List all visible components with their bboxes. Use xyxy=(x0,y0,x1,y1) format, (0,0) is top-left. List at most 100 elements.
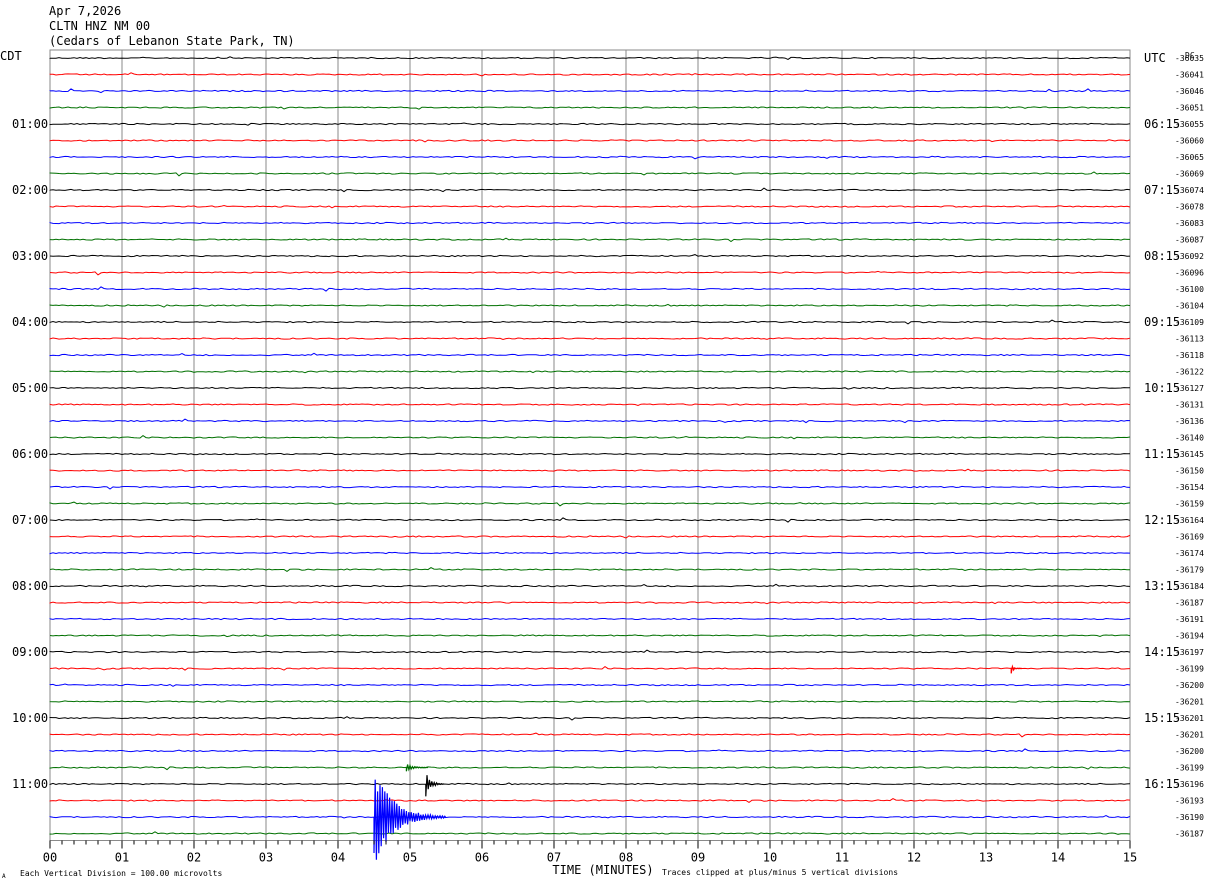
dc-offset-label: -36113 xyxy=(1175,335,1204,344)
dc-offset-label: -36184 xyxy=(1175,582,1204,591)
x-tick-label: 02 xyxy=(187,851,201,865)
minute-grid xyxy=(49,49,1131,841)
dc-offset-label: -36051 xyxy=(1175,104,1204,113)
x-tick-label: 03 xyxy=(259,851,273,865)
seismic-trace xyxy=(49,106,1131,110)
header-location: (Cedars of Lebanon State Park, TN) xyxy=(49,34,295,48)
seismic-trace xyxy=(49,418,1131,424)
right-time-label: UTC xyxy=(1144,51,1166,65)
plot-frame xyxy=(49,49,1131,841)
clip-note: Traces clipped at plus/minus 5 vertical … xyxy=(662,868,898,877)
dc-offset-label: -36118 xyxy=(1175,351,1204,360)
dc-offset-label: -36041 xyxy=(1175,71,1204,80)
dc-offset-label: -36083 xyxy=(1175,219,1204,228)
seismic-trace xyxy=(49,286,1131,292)
dc-offset-label: -36159 xyxy=(1175,500,1204,509)
x-tick-label: 12 xyxy=(907,851,921,865)
dc-offset-label: -36191 xyxy=(1175,615,1204,624)
seismic-trace xyxy=(49,782,1131,786)
seismic-trace xyxy=(49,56,1131,60)
left-time-label: 03:00 xyxy=(12,249,48,263)
dc-offset-label: -36201 xyxy=(1175,698,1204,707)
seismic-trace xyxy=(49,700,1131,703)
dc-offset-label: -36145 xyxy=(1175,450,1204,459)
seismic-trace xyxy=(49,237,1130,243)
seismic-trace xyxy=(49,88,1131,94)
seismic-trace xyxy=(49,567,1131,573)
dc-offset-label: -36055 xyxy=(1175,120,1204,129)
seismic-trace xyxy=(49,649,1131,654)
seismic-trace xyxy=(49,683,1131,687)
seismic-trace xyxy=(49,122,1131,126)
dc-offset-label: -36179 xyxy=(1175,566,1204,575)
left-time-label: 05:00 xyxy=(12,381,48,395)
seismic-trace xyxy=(49,634,1131,638)
header-date: Apr 7,2026 xyxy=(49,4,121,18)
dc-offset-label: -36201 xyxy=(1175,714,1204,723)
seismic-trace xyxy=(49,386,1131,390)
dc-offset-label: -36199 xyxy=(1175,764,1204,773)
dc-offset-label: -36150 xyxy=(1175,467,1204,476)
x-axis-title: TIME (MINUTES) xyxy=(552,863,653,877)
seismic-trace xyxy=(49,434,1131,440)
left-time-label: 01:00 xyxy=(12,117,48,131)
dc-offset-label: -36164 xyxy=(1175,516,1204,525)
seismic-trace xyxy=(49,370,1131,374)
seismic-trace xyxy=(49,551,1131,555)
dc-offset-label: -36201 xyxy=(1175,731,1204,740)
left-time-label: 07:00 xyxy=(12,513,48,527)
seismic-trace xyxy=(49,204,1131,209)
seismic-trace xyxy=(49,815,1131,819)
dc-offset-label: -36131 xyxy=(1175,401,1204,410)
x-tick-label: 11 xyxy=(835,851,849,865)
x-axis: 00 01 02 03 04 05 06 07 08 09 10 11 12 13 14 15 xyxy=(43,840,1137,865)
dc-offset-label: -36174 xyxy=(1175,549,1204,558)
dc-offset-label: -36187 xyxy=(1175,830,1204,839)
seismic-trace xyxy=(49,468,1131,472)
left-time-label: 08:00 xyxy=(12,579,48,593)
seismic-trace xyxy=(49,534,1131,539)
dc-offset-label: -36122 xyxy=(1175,368,1204,377)
dc-offset-label: -36187 xyxy=(1175,599,1204,608)
dc-offset-label: -36060 xyxy=(1175,137,1204,146)
x-tick-label: 04 xyxy=(331,851,345,865)
seismic-trace xyxy=(49,337,1131,341)
left-time-label: 04:00 xyxy=(12,315,48,329)
x-tick-label: 13 xyxy=(979,851,993,865)
seismic-trace xyxy=(49,665,1131,671)
dc-offset-label: -36197 xyxy=(1175,648,1204,657)
x-tick-label: 09 xyxy=(691,851,705,865)
seismic-trace xyxy=(49,155,1131,160)
scale-note: Each Vertical Division = 100.00 microvol… xyxy=(20,869,222,878)
seismic-trace xyxy=(49,72,1131,77)
x-tick-label: 00 xyxy=(43,851,57,865)
header-station: CLTN HNZ NM 00 xyxy=(49,19,150,33)
corner-mark: A xyxy=(2,873,6,880)
x-tick-label: 06 xyxy=(475,851,489,865)
seismic-trace xyxy=(49,139,1131,143)
dc-offset-label: -36078 xyxy=(1175,203,1204,212)
dc-offset-label: -36035 xyxy=(1175,54,1204,63)
left-time-labels: 01:00 02:00 03:00 04:00 05:00 06:00 07:00 08:00… xyxy=(12,117,48,791)
dc-offset-label: -36092 xyxy=(1175,252,1204,261)
dc-offset-label: -36154 xyxy=(1175,483,1204,492)
left-time-label: 02:00 xyxy=(12,183,48,197)
trace-group xyxy=(49,56,1131,835)
seismic-trace xyxy=(49,748,1130,753)
dc-offset-label: -36127 xyxy=(1175,384,1204,393)
seismic-trace xyxy=(49,187,1131,193)
seismic-trace xyxy=(49,352,1131,357)
seismic-trace xyxy=(49,766,1131,771)
left-timezone-label: CDT xyxy=(0,49,22,63)
dc-offset-label: -36200 xyxy=(1175,747,1204,756)
seismic-trace xyxy=(49,583,1131,588)
dc-offset-label: -36194 xyxy=(1175,632,1204,641)
seismic-event xyxy=(425,775,444,797)
seismic-trace xyxy=(49,221,1131,225)
dc-offset-label: -36193 xyxy=(1175,797,1204,806)
dc-offset-label: -36104 xyxy=(1175,302,1204,311)
seismic-trace xyxy=(49,452,1131,456)
dc-offset-label: -36096 xyxy=(1175,269,1204,278)
dc-offset-label: -36136 xyxy=(1175,417,1204,426)
left-time-label: 10:00 xyxy=(12,711,48,725)
